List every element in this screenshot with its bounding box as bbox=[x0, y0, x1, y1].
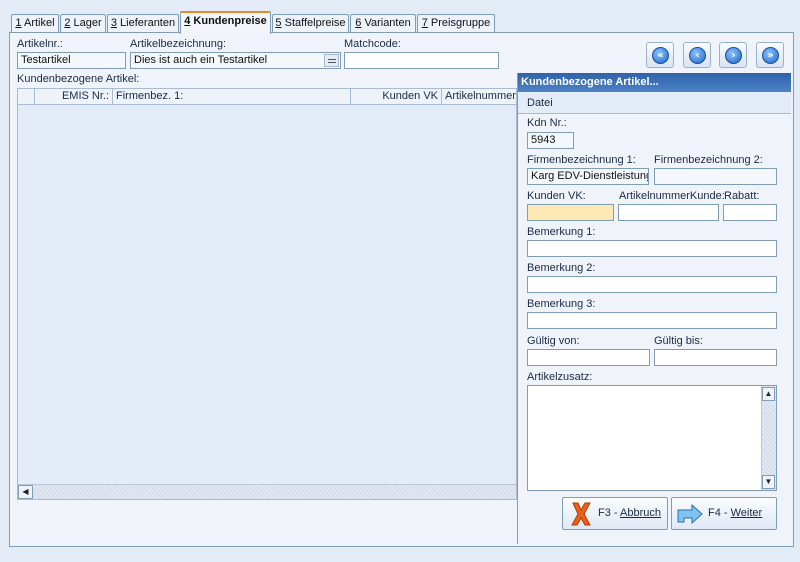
column-firmenbez[interactable]: Firmenbez. 1: bbox=[113, 89, 351, 104]
scroll-down-icon[interactable]: ▼ bbox=[762, 475, 775, 489]
kunden-vk-label: Kunden VK: bbox=[527, 190, 586, 202]
grid-title: Kundenbezogene Artikel: bbox=[17, 73, 140, 85]
matchcode-label: Matchcode: bbox=[344, 38, 401, 50]
scroll-left-icon[interactable]: ◀ bbox=[18, 485, 33, 499]
artikelbezeichnung-value: Dies ist auch ein Testartikel bbox=[134, 54, 268, 66]
bemerkung1-label: Bemerkung 1: bbox=[527, 226, 596, 238]
kundenartikel-grid[interactable]: EMIS Nr.: Firmenbez. 1: Kunden VK Artike… bbox=[17, 88, 517, 500]
artikelzusatz-textarea[interactable]: ▲ ▼ bbox=[527, 385, 777, 491]
gueltig-von-field[interactable] bbox=[527, 349, 650, 366]
tab-preisgruppe[interactable]: 7 Preisgruppe bbox=[417, 14, 495, 33]
dropdown-icon[interactable] bbox=[324, 54, 339, 67]
cancel-button[interactable]: F3 - Abbruch bbox=[562, 497, 668, 530]
horizontal-scrollbar[interactable]: ◀ bbox=[18, 484, 516, 499]
artikelnummer-kunde-label: ArtikelnummerKunde: bbox=[619, 190, 725, 202]
vertical-scrollbar[interactable]: ▲ ▼ bbox=[761, 386, 776, 490]
cancel-icon bbox=[571, 502, 591, 526]
artikelbezeichnung-field[interactable]: Dies ist auch ein Testartikel bbox=[130, 52, 341, 69]
bemerkung3-label: Bemerkung 3: bbox=[527, 298, 596, 310]
gueltig-von-label: Gültig von: bbox=[527, 335, 580, 347]
tab-bar: 1 Artikel 2 Lager 3 Lieferanten 4 Kunden… bbox=[0, 0, 800, 34]
rabatt-field[interactable] bbox=[723, 204, 777, 221]
bemerkung1-field[interactable] bbox=[527, 240, 777, 257]
artikelzusatz-label: Artikelzusatz: bbox=[527, 371, 593, 383]
tab-artikel[interactable]: 1 Artikel bbox=[11, 14, 59, 33]
artikelnummer-kunde-field[interactable] bbox=[618, 204, 719, 221]
bemerkung3-field[interactable] bbox=[527, 312, 777, 329]
artikelnr-field[interactable]: Testartikel bbox=[17, 52, 126, 69]
column-artikelnummer-kunde[interactable]: Artikelnummer Kunde bbox=[442, 89, 516, 104]
cancel-label: F3 - Abbruch bbox=[598, 507, 661, 519]
bemerkung2-label: Bemerkung 2: bbox=[527, 262, 596, 274]
gueltig-bis-label: Gültig bis: bbox=[654, 335, 703, 347]
last-icon: » bbox=[762, 47, 779, 64]
previous-record-button[interactable]: ‹ bbox=[683, 42, 711, 68]
next-button[interactable]: F4 - Weiter bbox=[671, 497, 777, 530]
first-icon: « bbox=[652, 47, 669, 64]
form-menubar: Datei bbox=[518, 92, 791, 114]
column-kunden-vk[interactable]: Kunden VK bbox=[351, 89, 442, 104]
next-label: F4 - Weiter bbox=[708, 507, 763, 519]
tab-staffelpreise[interactable]: 5 Staffelpreise bbox=[272, 14, 349, 33]
scroll-up-icon[interactable]: ▲ bbox=[762, 387, 775, 401]
firma2-field[interactable] bbox=[654, 168, 777, 185]
tab-kundenpreise[interactable]: 4 Kundenpreise bbox=[180, 11, 271, 34]
last-record-button[interactable]: » bbox=[756, 42, 784, 68]
tab-lager[interactable]: 2 Lager bbox=[60, 14, 106, 33]
firma1-label: Firmenbezeichnung 1: bbox=[527, 154, 636, 166]
matchcode-field[interactable] bbox=[344, 52, 499, 69]
gueltig-bis-field[interactable] bbox=[654, 349, 777, 366]
artikelnr-label: Artikelnr.: bbox=[17, 38, 63, 50]
column-emis-nr[interactable]: EMIS Nr.: bbox=[35, 89, 113, 104]
artikelbezeichnung-label: Artikelbezeichnung: bbox=[130, 38, 227, 50]
firma1-field[interactable]: Karg EDV-Dienstleistungen bbox=[527, 168, 649, 185]
next-icon: › bbox=[725, 47, 742, 64]
forward-arrow-icon bbox=[677, 503, 703, 525]
kdn-nr-label: Kdn Nr.: bbox=[527, 117, 567, 129]
menu-datei[interactable]: Datei bbox=[527, 97, 553, 109]
kundenartikel-form: Kundenbezogene Artikel... Datei Kdn Nr.:… bbox=[517, 73, 791, 544]
tab-varianten[interactable]: 6 Varianten bbox=[350, 14, 416, 33]
firma2-label: Firmenbezeichnung 2: bbox=[654, 154, 763, 166]
kdn-nr-field[interactable]: 5943 bbox=[527, 132, 574, 149]
rabatt-label: Rabatt: bbox=[724, 190, 760, 202]
next-record-button[interactable]: › bbox=[719, 42, 747, 68]
tab-lieferanten[interactable]: 3 Lieferanten bbox=[107, 14, 179, 33]
kunden-vk-field[interactable] bbox=[527, 204, 614, 221]
previous-icon: ‹ bbox=[689, 47, 706, 64]
grid-header: EMIS Nr.: Firmenbez. 1: Kunden VK Artike… bbox=[18, 89, 516, 105]
row-selector-header bbox=[18, 89, 35, 104]
first-record-button[interactable]: « bbox=[646, 42, 674, 68]
form-title: Kundenbezogene Artikel... bbox=[518, 73, 791, 92]
bemerkung2-field[interactable] bbox=[527, 276, 777, 293]
